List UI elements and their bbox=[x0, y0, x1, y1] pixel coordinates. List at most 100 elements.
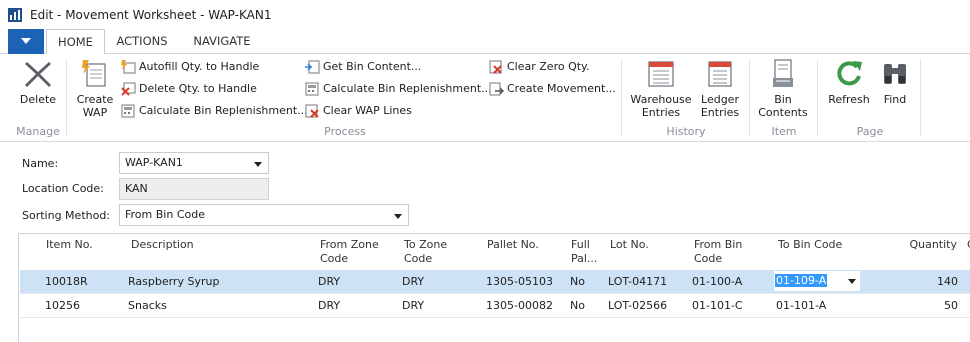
tab-navigate[interactable]: NAVIGATE bbox=[180, 29, 264, 55]
group-label-page: Page bbox=[856, 125, 884, 138]
column-header-quantity[interactable]: Quantity bbox=[889, 238, 957, 252]
find-label: Find bbox=[883, 93, 907, 106]
tab-actions[interactable]: ACTIONS bbox=[106, 29, 178, 55]
clear-lines-icon bbox=[305, 104, 319, 118]
chevron-down-icon[interactable] bbox=[254, 162, 262, 167]
location-code-field: KAN bbox=[119, 178, 269, 200]
worksheet-lines-grid: Item No. Description From Zone Code To Zo… bbox=[18, 233, 970, 342]
to-bin-code-editor[interactable]: 01-109-A bbox=[774, 271, 860, 291]
application-menu-button[interactable] bbox=[8, 29, 44, 54]
delete-label: Delete bbox=[19, 93, 57, 106]
find-button[interactable]: Find bbox=[876, 58, 914, 106]
cell-full-pallet: No bbox=[570, 299, 585, 312]
window-title: Edit - Movement Worksheet - WAP-KAN1 bbox=[30, 8, 272, 22]
column-header-to-zone-code[interactable]: To Zone Code bbox=[404, 238, 447, 266]
clear-zero-qty-button[interactable]: Clear Zero Qty. bbox=[489, 58, 589, 76]
cell-from-zone: DRY bbox=[318, 275, 341, 288]
cell-quantity: 50 bbox=[944, 299, 958, 312]
chevron-down-icon[interactable] bbox=[848, 279, 856, 284]
title-bar: Edit - Movement Worksheet - WAP-KAN1 bbox=[0, 0, 970, 29]
cell-lot-no: LOT-02566 bbox=[608, 299, 668, 312]
sorting-method-value: From Bin Code bbox=[125, 208, 205, 221]
sorting-method-select[interactable]: From Bin Code bbox=[119, 204, 409, 226]
clear-wap-lines-label: Clear WAP Lines bbox=[323, 104, 412, 117]
get-bin-content-button[interactable]: Get Bin Content... bbox=[305, 58, 421, 76]
cell-quantity: 140 bbox=[937, 275, 958, 288]
cell-description: Snacks bbox=[128, 299, 167, 312]
column-header-pallet-no[interactable]: Pallet No. bbox=[487, 238, 539, 252]
calc-bin-replenishment-label-1: Calculate Bin Replenishment... bbox=[139, 104, 308, 117]
clear-zero-qty-label: Clear Zero Qty. bbox=[507, 60, 590, 73]
create-document-icon bbox=[82, 60, 106, 87]
tab-home[interactable]: HOME bbox=[46, 29, 105, 55]
to-bin-code-selected-text[interactable]: 01-109-A bbox=[775, 274, 828, 287]
cell-from-bin: 01-100-A bbox=[692, 275, 743, 288]
cell-item-no: 10256 bbox=[45, 299, 80, 312]
group-separator bbox=[66, 60, 67, 136]
group-label-item: Item bbox=[771, 125, 797, 138]
ribbon: Delete Manage Create WAP Autofill Qty. t… bbox=[0, 54, 970, 142]
column-header-to-bin-code[interactable]: To Bin Code bbox=[778, 238, 842, 252]
create-movement-icon bbox=[489, 82, 504, 96]
column-header-lot-no[interactable]: Lot No. bbox=[610, 238, 649, 252]
calculate-icon bbox=[305, 82, 319, 96]
calc-bin-replenishment-label-2: Calculate Bin Replenishment... bbox=[323, 82, 492, 95]
column-header-from-bin-code[interactable]: From Bin Code bbox=[694, 238, 742, 266]
column-header-item-no[interactable]: Item No. bbox=[46, 238, 93, 252]
cell-item-no: 10018R bbox=[45, 275, 88, 288]
table-row[interactable]: 10018R Raspberry Syrup DRY DRY 1305-0510… bbox=[20, 270, 970, 293]
chevron-down-icon[interactable] bbox=[394, 214, 402, 219]
name-label: Name: bbox=[22, 157, 59, 170]
ledger-entries-button[interactable]: Ledger Entries bbox=[697, 58, 743, 119]
ledger-entries-label-1: Ledger bbox=[701, 93, 739, 106]
bin-contents-icon bbox=[773, 59, 793, 87]
warehouse-entries-icon bbox=[648, 61, 674, 87]
clear-wap-lines-button[interactable]: Clear WAP Lines bbox=[305, 102, 412, 120]
name-value: WAP-KAN1 bbox=[125, 156, 183, 169]
get-bin-content-label: Get Bin Content... bbox=[323, 60, 422, 73]
cell-to-zone: DRY bbox=[402, 299, 425, 312]
cell-full-pallet: No bbox=[570, 275, 585, 288]
group-label-process: Process bbox=[324, 125, 366, 138]
column-header-full-pallet[interactable]: Full Pal... bbox=[571, 238, 597, 266]
delete-qty-label: Delete Qty. to Handle bbox=[139, 82, 257, 95]
refresh-label: Refresh bbox=[828, 93, 870, 106]
create-wap-label-1: Create bbox=[76, 93, 114, 106]
location-code-label: Location Code: bbox=[22, 182, 104, 195]
clear-zero-icon bbox=[489, 60, 502, 74]
cell-to-bin: 01-101-A bbox=[776, 299, 827, 312]
group-label-manage: Manage bbox=[16, 125, 60, 138]
delete-qty-button[interactable]: Delete Qty. to Handle bbox=[121, 80, 257, 98]
cell-pallet-no: 1305-05103 bbox=[486, 275, 553, 288]
calc-bin-replenishment-button-1[interactable]: Calculate Bin Replenishment... bbox=[121, 102, 308, 120]
refresh-button[interactable]: Refresh bbox=[824, 58, 874, 106]
column-header-description[interactable]: Description bbox=[131, 238, 194, 252]
delete-qty-icon bbox=[121, 82, 136, 96]
group-separator bbox=[920, 60, 921, 136]
warehouse-entries-label-2: Entries bbox=[641, 106, 681, 119]
ledger-entries-label-2: Entries bbox=[700, 106, 740, 119]
group-separator bbox=[749, 60, 750, 136]
bin-contents-label-1: Bin bbox=[774, 93, 792, 106]
group-label-history: History bbox=[666, 125, 706, 138]
row-divider bbox=[20, 317, 970, 318]
name-field[interactable]: WAP-KAN1 bbox=[119, 152, 269, 174]
bin-contents-button[interactable]: Bin Contents bbox=[755, 58, 811, 119]
location-code-value: KAN bbox=[125, 182, 148, 195]
autofill-label: Autofill Qty. to Handle bbox=[139, 60, 260, 73]
warehouse-entries-button[interactable]: Warehouse Entries bbox=[627, 58, 695, 119]
create-movement-button[interactable]: Create Movement... bbox=[489, 80, 616, 98]
table-row[interactable]: 10256 Snacks DRY DRY 1305-00082 No LOT-0… bbox=[20, 294, 970, 317]
column-header-from-zone-code[interactable]: From Zone Code bbox=[320, 238, 379, 266]
create-wap-label-2: WAP bbox=[82, 106, 108, 119]
autofill-qty-button[interactable]: Autofill Qty. to Handle bbox=[121, 58, 259, 76]
delete-x-icon bbox=[25, 62, 51, 87]
sorting-method-label: Sorting Method: bbox=[22, 209, 111, 222]
calc-bin-replenishment-button-2[interactable]: Calculate Bin Replenishment... bbox=[305, 80, 492, 98]
create-wap-button[interactable]: Create WAP bbox=[72, 58, 118, 119]
cell-to-zone: DRY bbox=[402, 275, 425, 288]
refresh-icon bbox=[837, 61, 862, 86]
delete-button[interactable]: Delete bbox=[14, 58, 62, 106]
group-separator bbox=[621, 60, 622, 136]
ribbon-tab-bar: HOME ACTIONS NAVIGATE bbox=[0, 29, 970, 55]
